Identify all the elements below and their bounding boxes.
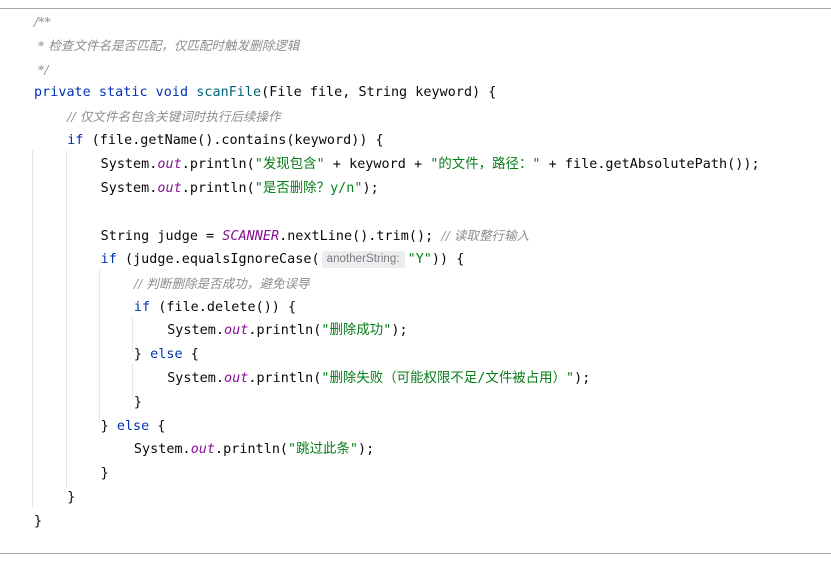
code-token: .println(	[181, 180, 255, 196]
code-token: (file.getName().contains(keyword)) {	[91, 133, 384, 148]
code-token: (file.delete()) {	[158, 299, 297, 315]
field-token: out	[190, 442, 216, 458]
code-token: System.	[100, 156, 158, 172]
string-literal: "是否删除？y/n"	[254, 180, 363, 196]
string-literal: "Y"	[407, 252, 432, 267]
code-line[interactable]: if (file.delete()) {	[134, 296, 296, 320]
string-literal: "跳过此条"	[288, 442, 359, 458]
code-token: String judge =	[100, 229, 223, 245]
constant-token: SCANNER	[222, 229, 280, 245]
code-token: .println(	[215, 442, 289, 458]
code-line[interactable]: } else {	[134, 343, 199, 367]
doc-comment: * 检查文件名是否匹配，仅匹配时触发删除逻辑	[34, 37, 300, 53]
string-literal: "删除失败（可能权限不足/文件被占用）"	[321, 371, 575, 386]
indent-guide	[32, 150, 33, 508]
code-token: );	[362, 180, 379, 196]
indent-guide	[132, 317, 133, 352]
code-line[interactable]: }	[67, 486, 75, 510]
code-token: {	[190, 347, 199, 363]
code-token: (judge.equalsIgnoreCase(	[124, 252, 320, 267]
keyword-token: else	[150, 347, 191, 363]
code-line[interactable]: System.out.println("发现包含" + keyword + "的…	[101, 153, 760, 177]
code-token: System.	[167, 323, 224, 339]
code-line[interactable]: // 仅文件名包含关键词时执行后续操作	[67, 105, 280, 129]
indent-guide	[99, 269, 100, 423]
parameter-hint: anotherString:	[321, 251, 405, 268]
code-line[interactable]: System.out.println("删除成功");	[167, 319, 407, 343]
keyword-token: if	[67, 133, 92, 148]
method-name-token: scanFile	[196, 85, 262, 101]
code-token: }	[67, 490, 76, 505]
code-token: )) {	[431, 252, 465, 267]
indent-guide	[66, 150, 67, 488]
code-token: System.	[167, 371, 224, 386]
string-literal: "发现包含"	[254, 156, 325, 172]
indent-guide	[132, 364, 133, 399]
code-token: );	[574, 371, 591, 386]
code-token: .println(	[248, 323, 322, 339]
field-token: out	[223, 323, 249, 339]
code-line[interactable]: /**	[34, 10, 51, 34]
code-line[interactable]: System.out.println("删除失败（可能权限不足/文件被占用）")…	[167, 367, 590, 391]
code-line[interactable]: }	[34, 510, 42, 534]
keyword-token: if	[133, 299, 159, 315]
keyword-token: else	[116, 418, 158, 434]
code-line[interactable]: }	[101, 462, 109, 486]
doc-comment: /**	[34, 14, 51, 29]
doc-comment: */	[34, 61, 49, 77]
code-line[interactable]: private static void scanFile(File file, …	[34, 81, 496, 105]
code-token: {	[157, 418, 166, 434]
code-comment: // 读取整行输入	[441, 228, 530, 244]
code-token: System.	[133, 442, 191, 458]
string-literal: "删除成功"	[321, 323, 392, 339]
code-comment: // 仅文件名包含关键词时执行后续操作	[67, 109, 281, 125]
keyword-token: if	[100, 252, 125, 267]
code-token: }	[100, 418, 117, 434]
field-token: out	[157, 180, 182, 196]
code-token: .println(	[181, 156, 255, 172]
code-token: }	[133, 394, 143, 410]
field-token: out	[157, 156, 182, 172]
code-line[interactable]: }	[134, 391, 142, 415]
code-token: );	[391, 323, 408, 339]
code-token: }	[133, 347, 151, 363]
code-token: }	[34, 513, 43, 529]
code-editor[interactable]: /** * 检查文件名是否匹配，仅匹配时触发删除逻辑 */ private sta…	[0, 10, 831, 550]
code-line[interactable]: * 检查文件名是否匹配，仅匹配时触发删除逻辑	[34, 34, 299, 58]
code-token: System.	[100, 180, 158, 196]
keyword-token: private static void	[34, 85, 197, 101]
bottom-divider	[0, 553, 831, 554]
code-line[interactable]: System.out.println("跳过此条");	[134, 438, 374, 462]
code-token: (File file, String keyword) {	[261, 85, 497, 101]
code-line[interactable]: String judge = SCANNER.nextLine().trim()…	[101, 224, 530, 248]
code-token: );	[358, 442, 375, 458]
code-token: + file.getAbsolutePath());	[540, 156, 760, 172]
code-line[interactable]: */	[34, 58, 49, 82]
field-token: out	[223, 371, 249, 386]
code-line[interactable]: System.out.println("是否删除？y/n");	[101, 177, 379, 201]
code-token: .nextLine().trim();	[279, 229, 442, 245]
code-comment: // 判断删除是否成功，避免误导	[133, 275, 310, 291]
code-token: + keyword +	[324, 156, 431, 172]
code-token: .println(	[248, 371, 322, 386]
code-token: }	[100, 466, 109, 482]
code-line[interactable]: // 判断删除是否成功，避免误导	[134, 272, 310, 296]
code-line[interactable]: } else {	[101, 415, 166, 439]
code-line[interactable]: if (judge.equalsIgnoreCase(anotherString…	[101, 248, 465, 272]
string-literal: "的文件，路径："	[430, 156, 541, 172]
top-divider	[0, 8, 831, 9]
code-line[interactable]: if (file.getName().contains(keyword)) {	[67, 129, 383, 153]
